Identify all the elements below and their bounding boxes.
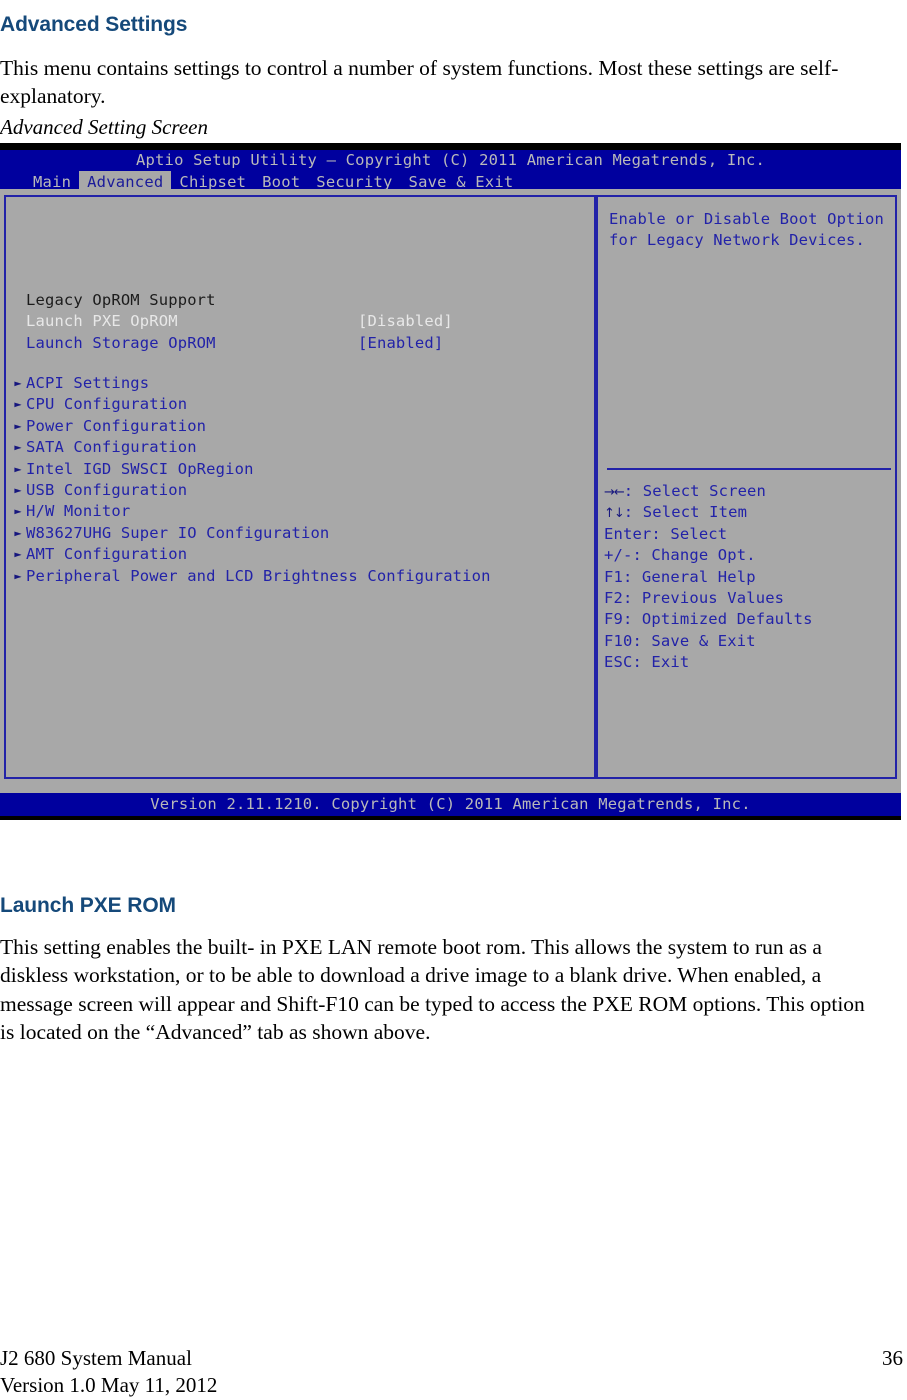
key-legend-select-screen: →←: Select Screen <box>604 481 894 502</box>
key-legend-save-and-exit: F10: Save & Exit <box>604 631 894 652</box>
left-right-arrow-icon: →← <box>604 484 625 500</box>
footer-manual-title: J2 680 System Manual <box>0 1346 192 1370</box>
help-panel-divider <box>607 468 891 470</box>
submenu-label: Power Configuration <box>26 416 207 435</box>
bios-key-legend: →←: Select Screen ↑↓: Select Item Enter:… <box>604 481 894 674</box>
triangle-right-icon: ► <box>14 376 22 390</box>
section-paragraph-launch-pxe-rom: This setting enables the built- in PXE L… <box>0 934 865 1045</box>
section-title-launch-pxe-rom: Launch PXE ROM <box>0 894 176 918</box>
triangle-right-icon: ► <box>14 440 22 455</box>
submenu-item-amt-configuration[interactable]: ► AMT Configuration <box>10 544 590 565</box>
key-legend-text: F9: Optimized Defaults <box>604 610 813 629</box>
key-legend-text: F1: General Help <box>604 567 756 586</box>
key-legend-select-item: ↑↓: Select Item <box>604 502 894 523</box>
setting-label-legacy-oprom-support: Legacy OpROM Support <box>26 291 216 309</box>
submenu-item-hw-monitor[interactable]: ► H/W Monitor <box>10 501 590 522</box>
key-legend-text: : Select Screen <box>623 482 767 500</box>
submenu-item-usb-configuration[interactable]: ► USB Configuration <box>10 480 590 501</box>
key-legend-text: F2: Previous Values <box>604 588 785 607</box>
setting-value-launch-pxe-oprom[interactable]: [Disabled] <box>358 311 453 332</box>
submenu-label: W83627UHG Super IO Configuration <box>26 523 330 542</box>
submenu-item-peripheral-power-and-lcd-brightness-configuration[interactable]: ► Peripheral Power and LCD Brightness Co… <box>10 566 590 587</box>
setting-value-launch-storage-oprom[interactable]: [Enabled] <box>358 333 443 354</box>
triangle-right-icon: ► <box>14 482 22 497</box>
footer-page-number: 36 <box>882 1346 903 1370</box>
bios-header-bar: Aptio Setup Utility – Copyright (C) 2011… <box>0 150 901 195</box>
key-legend-text: F10: Save & Exit <box>604 631 756 650</box>
bios-header-title: Aptio Setup Utility – Copyright (C) 2011… <box>135 151 766 169</box>
submenu-item-acpi-settings[interactable]: ► ACPI Settings <box>10 373 590 394</box>
submenu-item-intel-igd-swsci-opregion[interactable]: ► Intel IGD SWSCI OpRegion <box>10 459 590 480</box>
submenu-item-power-configuration[interactable]: ► Power Configuration <box>10 416 590 437</box>
submenu-item-cpu-configuration[interactable]: ► CPU Configuration <box>10 394 590 415</box>
key-legend-esc-exit: ESC: Exit <box>604 652 894 673</box>
key-legend-enter-select: Enter: Select <box>604 524 894 545</box>
figure-caption: Advanced Setting Screen <box>0 115 208 139</box>
triangle-right-icon: ► <box>14 504 22 519</box>
bios-bottom-bezel <box>0 816 901 820</box>
triangle-right-icon: ► <box>14 547 22 562</box>
bios-body: Legacy OpROM Support Launch PXE OpROM [D… <box>0 189 901 787</box>
submenu-label: ACPI Settings <box>26 374 150 392</box>
footer-version-line: Version 1.0 May 11, 2012 <box>0 1373 218 1397</box>
submenu-label: Peripheral Power and LCD Brightness Conf… <box>26 566 491 585</box>
submenu-label: AMT Configuration <box>26 545 188 564</box>
setting-row-launch-storage-oprom[interactable]: Launch Storage OpROM [Enabled] <box>26 333 586 354</box>
legacy-oprom-group: Legacy OpROM Support Launch PXE OpROM [D… <box>26 290 586 354</box>
key-legend-text: ESC: Exit <box>604 653 690 672</box>
bios-submenu-list: ► ACPI Settings ► CPU Configuration ► Po… <box>10 373 590 587</box>
submenu-item-sata-configuration[interactable]: ► SATA Configuration <box>10 437 590 458</box>
triangle-right-icon: ► <box>14 568 22 583</box>
bios-setup-screenshot: Aptio Setup Utility – Copyright (C) 2011… <box>0 143 901 820</box>
key-legend-text: Enter: Select <box>604 524 728 543</box>
footer-manual-info: J2 680 System Manual Version 1.0 May 11,… <box>0 1345 217 1399</box>
key-legend-change-opt: +/-: Change Opt. <box>604 545 894 566</box>
bios-help-panel: Enable or Disable Boot Option for Legacy… <box>596 195 897 779</box>
triangle-right-icon: ► <box>14 461 22 476</box>
help-description-line2: for Legacy Network Devices. <box>609 231 866 250</box>
help-description: Enable or Disable Boot Option for Legacy… <box>609 209 889 252</box>
key-legend-text: : Select Item <box>623 503 748 522</box>
submenu-label: CPU Configuration <box>26 395 188 414</box>
page-title: Advanced Settings <box>0 13 188 37</box>
bios-version-text: Version 2.11.1210. Copyright (C) 2011 Am… <box>150 795 751 813</box>
setting-label-launch-storage-oprom: Launch Storage OpROM <box>26 333 216 352</box>
manual-page: Advanced Settings This menu contains set… <box>0 0 907 1400</box>
key-legend-optimized-defaults: F9: Optimized Defaults <box>604 609 894 630</box>
setting-label-launch-pxe-oprom: Launch PXE OpROM <box>26 312 178 331</box>
key-legend-previous-values: F2: Previous Values <box>604 588 894 609</box>
bios-footer-bar: Version 2.11.1210. Copyright (C) 2011 Am… <box>0 793 901 816</box>
submenu-label: H/W Monitor <box>26 502 131 521</box>
bios-settings-panel: Legacy OpROM Support Launch PXE OpROM [D… <box>4 195 596 779</box>
submenu-label: SATA Configuration <box>26 438 197 457</box>
submenu-label: USB Configuration <box>26 480 188 499</box>
triangle-right-icon: ► <box>14 525 22 540</box>
bios-top-bezel <box>0 143 901 150</box>
setting-row-launch-pxe-oprom[interactable]: Launch PXE OpROM [Disabled] <box>26 311 586 332</box>
up-down-arrow-icon: ↑↓ <box>604 505 625 521</box>
key-legend-text: +/-: Change Opt. <box>604 546 756 565</box>
intro-paragraph: This menu contains settings to control a… <box>0 55 839 109</box>
submenu-item-w83627uhg-super-io-configuration[interactable]: ► W83627UHG Super IO Configuration <box>10 523 590 544</box>
submenu-label: Intel IGD SWSCI OpRegion <box>26 459 254 478</box>
triangle-right-icon: ► <box>14 418 22 433</box>
key-legend-general-help: F1: General Help <box>604 567 894 588</box>
setting-row-legacy-oprom-support: Legacy OpROM Support <box>26 290 586 311</box>
help-description-line1: Enable or Disable Boot Option <box>609 210 884 228</box>
triangle-right-icon: ► <box>14 397 22 412</box>
